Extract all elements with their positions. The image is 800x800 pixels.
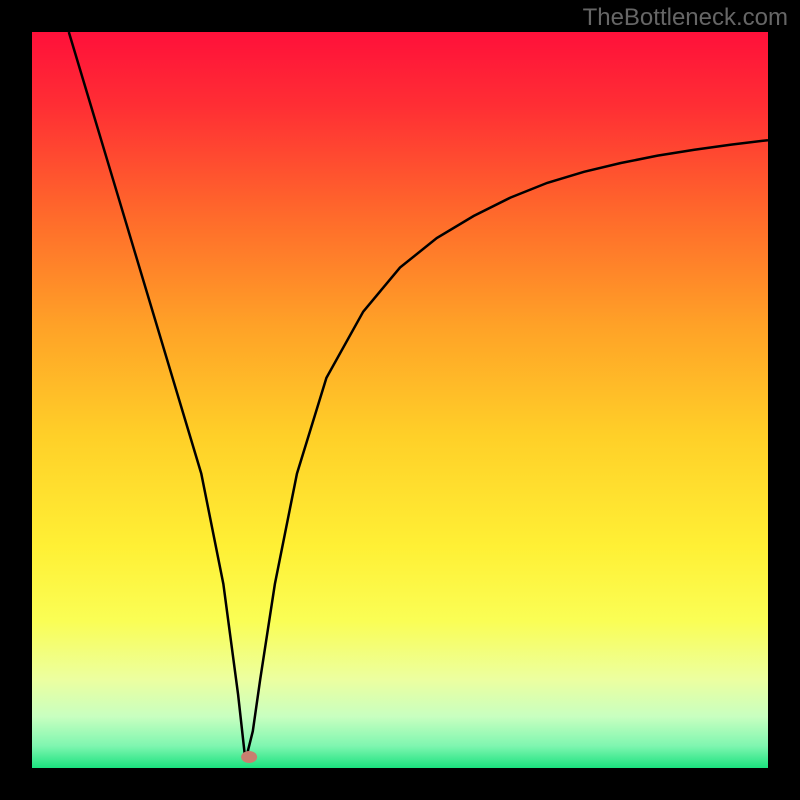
bottleneck-chart — [32, 32, 768, 768]
chart-svg — [32, 32, 768, 768]
chart-background — [32, 32, 768, 768]
watermark-text: TheBottleneck.com — [583, 4, 788, 32]
optimal-point-marker — [241, 751, 257, 763]
